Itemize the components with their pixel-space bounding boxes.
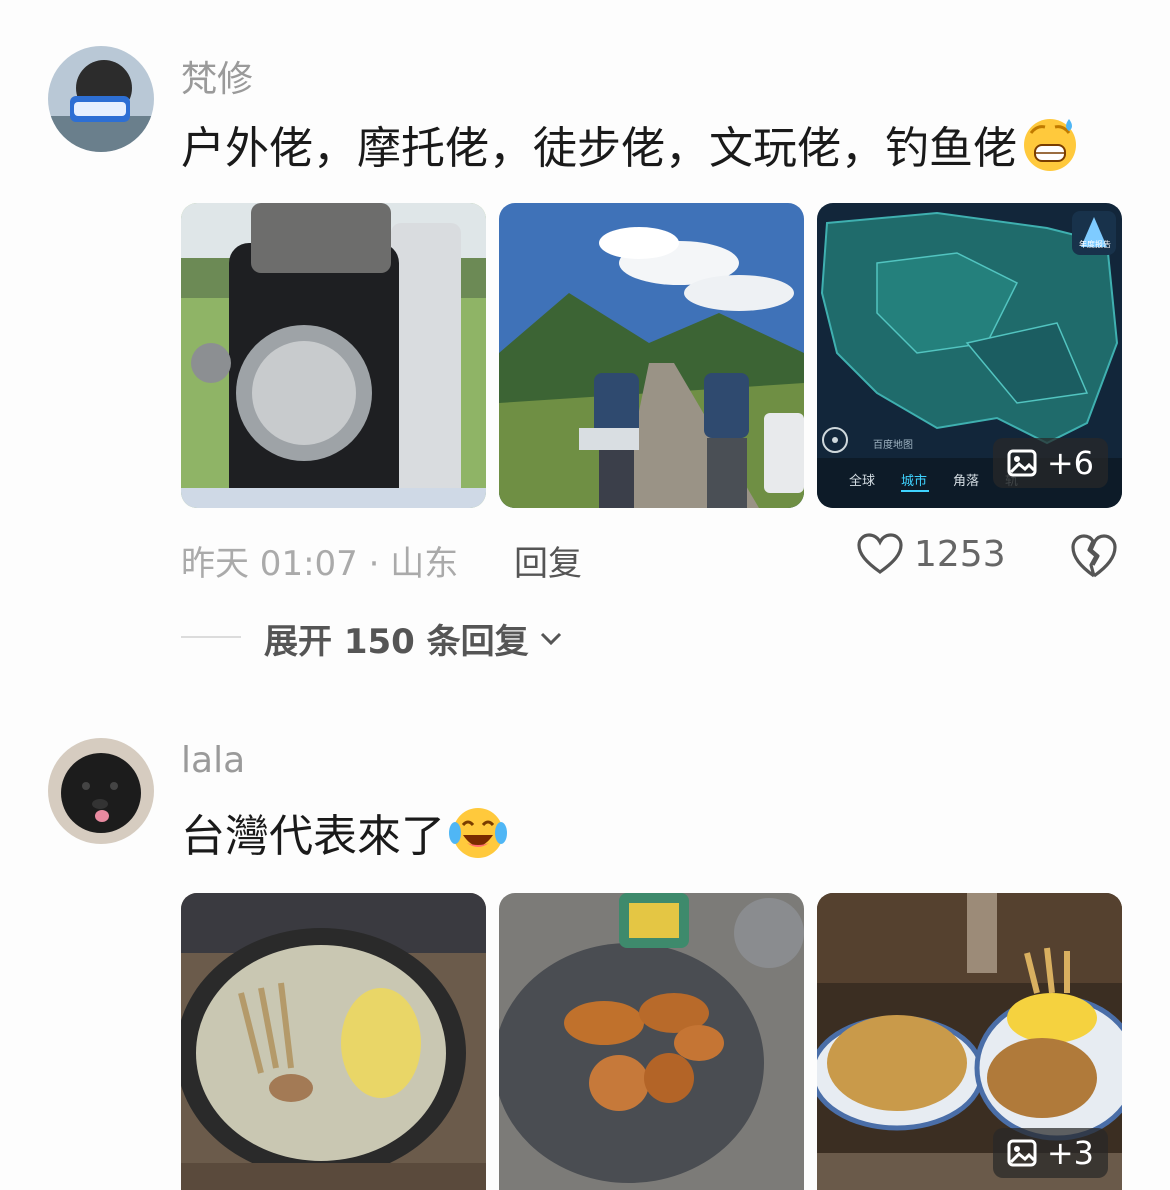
- tears-of-joy-emoji-icon: [449, 808, 507, 858]
- avatar-image: [48, 738, 154, 844]
- comment-text-content: 台灣代表來了: [181, 811, 445, 862]
- comment-text: 台灣代表來了: [181, 800, 507, 864]
- map-brand: 百度地图: [873, 438, 913, 451]
- photo-map[interactable]: 百度地图 年度报告 全球 城市 角落 轨 +6: [817, 203, 1122, 508]
- expand-divider: [181, 636, 241, 638]
- comment-text-content: 户外佬，摩托佬，徒步佬，文玩佬，钓鱼佬: [181, 123, 1017, 174]
- map-tab-global: 全球: [849, 473, 875, 489]
- more-photos-count: +6: [1046, 444, 1094, 482]
- comment-1: 梵修 户外佬，摩托佬，徒步佬，文玩佬，钓鱼佬 百度地图 年度报告 全球 城市 角…: [0, 0, 1170, 680]
- dislike-button[interactable]: [1070, 532, 1118, 584]
- comment-2: lala 台灣代表來了 +3: [0, 720, 1170, 1190]
- photo-backpack[interactable]: [181, 203, 486, 508]
- photo-hotpot[interactable]: [181, 893, 486, 1190]
- photo-hikers[interactable]: [499, 203, 804, 508]
- photo-hotpot-image: [181, 893, 486, 1190]
- photo-backpack-image: [181, 203, 486, 508]
- time-location: 昨天 01:07 · 山东: [181, 544, 459, 584]
- avatar-image: [48, 46, 154, 152]
- broken-heart-icon: [1071, 534, 1117, 578]
- more-photos-badge[interactable]: +6: [992, 438, 1108, 488]
- username[interactable]: 梵修: [181, 50, 253, 102]
- more-photos-badge[interactable]: +3: [992, 1128, 1108, 1178]
- username[interactable]: lala: [181, 740, 245, 781]
- like-count: 1253: [914, 533, 1006, 575]
- image-icon: [1007, 449, 1037, 477]
- photo-chicken-wings[interactable]: [499, 893, 804, 1190]
- map-badge: 年度报告: [1079, 239, 1111, 249]
- avatar[interactable]: [48, 738, 154, 844]
- photo-chicken-wings-image: [499, 893, 804, 1190]
- grinning-sweat-emoji-icon: [1024, 119, 1076, 171]
- map-tab-corner: 角落: [953, 474, 979, 489]
- photo-hikers-image: [499, 203, 804, 508]
- image-icon: [1007, 1139, 1037, 1167]
- map-tab-city: 城市: [901, 473, 927, 489]
- expand-replies-button[interactable]: 展开 150 条回复: [264, 614, 563, 663]
- expand-replies-label: 展开 150 条回复: [264, 622, 529, 662]
- chevron-down-icon: [540, 632, 561, 645]
- avatar[interactable]: [48, 46, 154, 152]
- reply-button[interactable]: 回复: [514, 536, 582, 585]
- heart-icon: [857, 533, 903, 574]
- more-photos-count: +3: [1046, 1134, 1094, 1172]
- photo-fried-food[interactable]: +3: [817, 893, 1122, 1190]
- comment-text: 户外佬，摩托佬，徒步佬，文玩佬，钓鱼佬: [181, 112, 1079, 176]
- like-button[interactable]: 1253: [856, 532, 1006, 576]
